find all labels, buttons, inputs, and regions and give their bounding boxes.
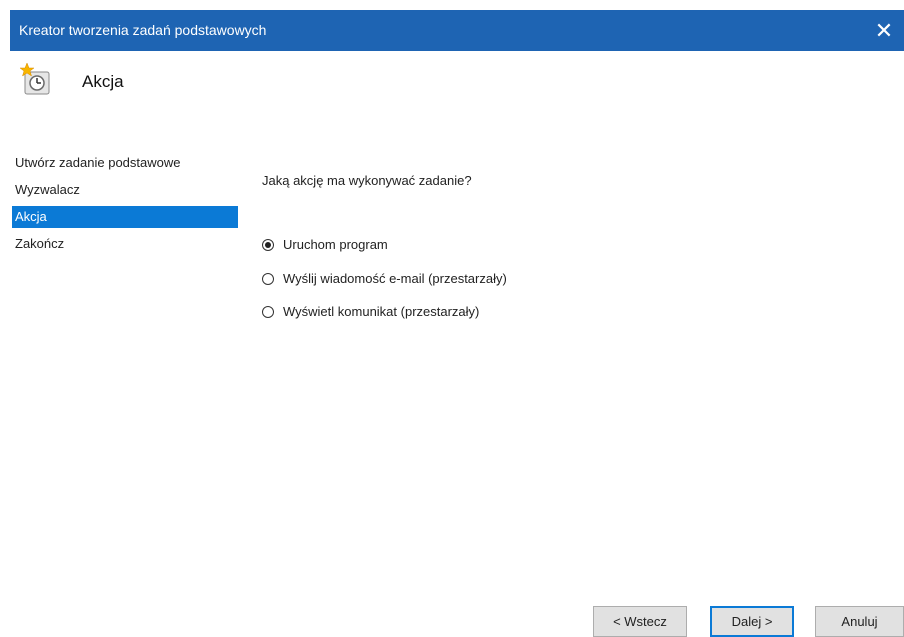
question-label: Jaką akcję ma wykonywać zadanie? — [262, 173, 472, 188]
close-icon[interactable]: ✕ — [864, 10, 904, 51]
radio-icon[interactable] — [262, 272, 274, 285]
radio-send-email[interactable]: Wyślij wiadomość e-mail (przestarzały) — [262, 271, 507, 286]
nav-item-finish[interactable]: Zakończ — [12, 233, 238, 255]
cancel-button[interactable]: Anuluj — [815, 606, 904, 637]
page-title: Akcja — [82, 72, 124, 91]
radio-label: Wyświetl komunikat (przestarzały) — [283, 304, 480, 319]
radio-selected-icon[interactable] — [262, 238, 274, 251]
radio-display-message[interactable]: Wyświetl komunikat (przestarzały) — [262, 304, 479, 319]
nav-item-trigger[interactable]: Wyzwalacz — [12, 179, 238, 201]
next-button[interactable]: Dalej > — [710, 606, 794, 637]
radio-icon[interactable] — [262, 305, 274, 318]
radio-start-program[interactable]: Uruchom program — [262, 237, 388, 252]
window-title: Kreator tworzenia zadań podstawowych — [19, 22, 267, 38]
nav-item-action[interactable]: Akcja — [12, 206, 238, 228]
radio-label: Uruchom program — [283, 237, 388, 252]
task-scheduler-icon — [19, 62, 50, 95]
back-button[interactable]: < Wstecz — [593, 606, 687, 637]
wizard-steps: Utwórz zadanie podstawowe Wyzwalacz Akcj… — [12, 152, 238, 260]
title-bar: Kreator tworzenia zadań podstawowych ✕ — [10, 10, 904, 51]
radio-label: Wyślij wiadomość e-mail (przestarzały) — [283, 271, 507, 286]
nav-item-create-basic-task[interactable]: Utwórz zadanie podstawowe — [12, 152, 238, 174]
